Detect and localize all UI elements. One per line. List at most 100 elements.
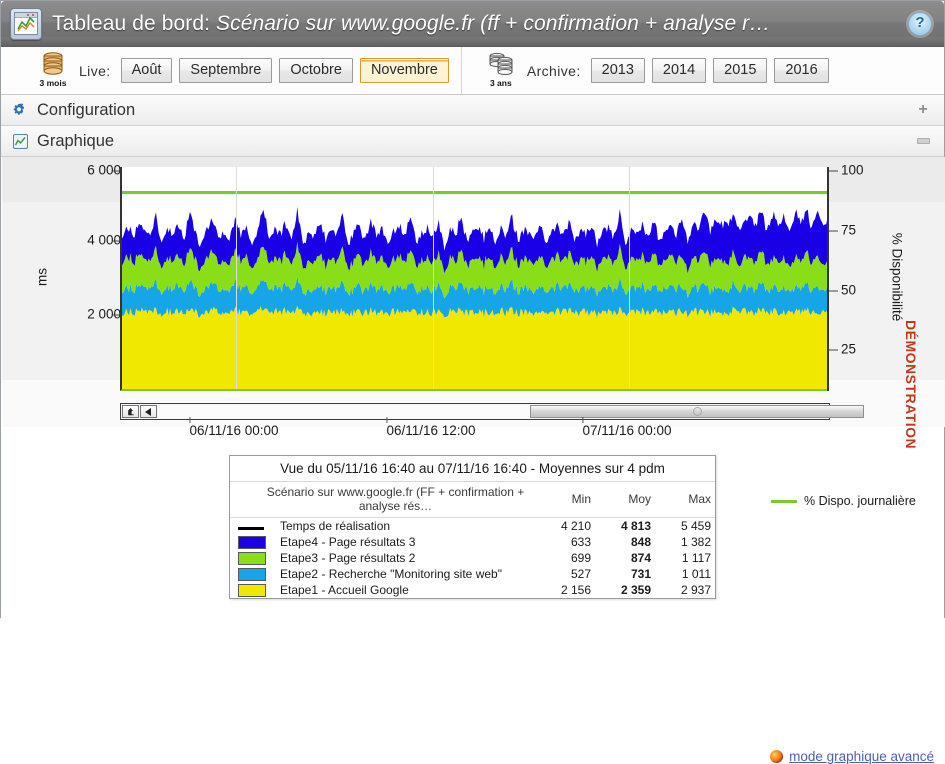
- thumb-grip-icon: [692, 407, 702, 416]
- firefox-icon: [770, 750, 784, 763]
- plot-wrapper: 6 000 4 000 2 000 ms 100 75 50 25 % Disp…: [1, 157, 945, 449]
- section-header-graphique[interactable]: Graphique: [1, 126, 944, 157]
- legend-col-min: Min: [535, 482, 595, 518]
- page-title-prefix: Tableau de bord:: [52, 11, 216, 35]
- collapse-graphique-icon[interactable]: [914, 126, 932, 156]
- advanced-graph-mode-label[interactable]: mode graphique avancé: [789, 749, 934, 764]
- area-series-1: [122, 305, 829, 389]
- legend-value-moy: 4 813: [620, 519, 651, 533]
- y-axis-left-title: ms: [34, 268, 50, 286]
- legend-value-max: 5 459: [680, 519, 711, 533]
- legend-color-swatch: [238, 551, 266, 565]
- database-3-months-caption: 3 mois: [39, 77, 67, 88]
- legend-series-label: Etape4 - Page résultats 3: [280, 535, 416, 549]
- database-3-years-caption: 3 ans: [489, 77, 512, 88]
- legend-value-moy: 848: [630, 535, 651, 549]
- legend-series-label: Temps de réalisation: [280, 519, 391, 533]
- dashboard-chart-icon: [10, 7, 42, 40]
- y-right-tick-75-label: 75: [841, 222, 857, 238]
- legend-value-min: 633: [570, 535, 591, 549]
- x-tick-label: 06/11/16 00:00: [189, 417, 279, 438]
- y-right-tick-25-label: 25: [841, 341, 857, 357]
- legend-series-label: Etape3 - Page résultats 2: [280, 551, 416, 565]
- archive-year-2013[interactable]: 2013: [590, 58, 645, 83]
- live-month-aout[interactable]: Août: [120, 58, 173, 83]
- gridline-vertical: [236, 167, 237, 389]
- x-tick-1-label: 06/11/16 12:00: [386, 423, 476, 438]
- legend-swatch-cell: [230, 550, 276, 566]
- page-title-scenario: Scénario sur www.google.fr (ff + confirm…: [216, 11, 771, 35]
- y-axis-right-title: % Disponibilité: [889, 232, 905, 322]
- legend-value-moy: 731: [630, 567, 651, 581]
- legend-value-max: 1 382: [680, 535, 711, 549]
- legend-row[interactable]: Etape3 - Page résultats 2 699 874 1 117: [230, 550, 715, 566]
- scrollbar-thumb[interactable]: [530, 405, 864, 418]
- legend-value-moy: 874: [630, 551, 651, 565]
- section-label-graphique: Graphique: [37, 131, 115, 150]
- live-label: Live:: [79, 62, 111, 79]
- y-axis-right: 100 75 50 25 % Disponibilité: [827, 157, 945, 397]
- legend-value-min: 699: [570, 551, 591, 565]
- y-right-tick-100-label: 100: [841, 162, 864, 178]
- legend-value-moy: 2 359: [620, 583, 651, 597]
- x-tick-label: 06/11/16 12:00: [386, 417, 476, 438]
- live-month-octobre[interactable]: Octobre: [279, 58, 353, 83]
- y-tick-6000: 6 000: [9, 163, 121, 178]
- section-header-configuration[interactable]: Configuration +: [1, 95, 944, 126]
- legend-value-max: 2 937: [680, 583, 711, 597]
- section-label-configuration: Configuration: [37, 100, 136, 119]
- legend-swatch-cell: [230, 566, 276, 582]
- legend-value-min: 2 156: [560, 583, 591, 597]
- stacked-area-chart[interactable]: [120, 167, 829, 391]
- y-axis-left: 6 000 4 000 2 000 ms: [1, 157, 121, 397]
- archive-label: Archive:: [526, 62, 581, 79]
- archive-year-2016[interactable]: 2016: [774, 58, 829, 83]
- y-right-tick-100: 100: [829, 163, 864, 178]
- y-right-tick-50: 50: [829, 283, 856, 298]
- legend-header-row: Scénario sur www.google.fr (FF + confirm…: [230, 482, 715, 518]
- legend-value-max: 1 117: [681, 551, 711, 565]
- availability-line-swatch: [771, 499, 797, 503]
- legend-col-max: Max: [655, 482, 715, 518]
- legend-col-name: Scénario sur www.google.fr (FF + confirm…: [230, 482, 535, 518]
- window-titlebar: Tableau de bord: Scénario sur www.google…: [1, 1, 944, 47]
- scroll-up-icon[interactable]: [122, 405, 139, 418]
- live-period-group: 3 mois Live: Août Septembre Octobre Nove…: [1, 47, 461, 94]
- legend-row[interactable]: Etape2 - Recherche "Monitoring site web"…: [230, 566, 715, 582]
- chart-horizontal-scrollbar[interactable]: [120, 403, 864, 420]
- legend-color-swatch: [238, 527, 264, 530]
- expand-configuration-icon[interactable]: +: [914, 95, 932, 125]
- archive-year-2014[interactable]: 2014: [651, 58, 707, 83]
- graph-body: 6 000 4 000 2 000 ms 100 75 50 25 % Disp…: [1, 157, 945, 764]
- live-month-novembre[interactable]: Novembre: [359, 58, 449, 83]
- legend-col-moy: Moy: [595, 482, 655, 518]
- advanced-graph-mode-link[interactable]: mode graphique avancé: [770, 749, 934, 764]
- live-month-septembre[interactable]: Septembre: [179, 58, 273, 83]
- gridline-vertical: [433, 167, 434, 389]
- legend-row[interactable]: Temps de réalisation 4 210 4 813 5 459: [230, 518, 715, 535]
- database-3-years-icon: 3 ans: [484, 52, 518, 90]
- legend-color-swatch: [238, 583, 266, 597]
- legend-color-swatch: [238, 535, 266, 549]
- legend-row[interactable]: Etape4 - Page résultats 3 633 848 1 382: [230, 534, 715, 550]
- scrollbar-track[interactable]: [158, 405, 864, 418]
- legend-title: Vue du 05/11/16 16:40 au 07/11/16 16:40 …: [230, 456, 715, 482]
- legend-row[interactable]: Etape1 - Accueil Google 2 156 2 359 2 937: [230, 582, 715, 598]
- legend-table: Scénario sur www.google.fr (FF + confirm…: [230, 482, 715, 598]
- legend-panel: Vue du 05/11/16 16:40 au 07/11/16 16:40 …: [229, 455, 716, 599]
- help-question-icon[interactable]: ?: [908, 12, 932, 36]
- archive-period-group: 3 ans Archive: 2013 2014 2015 2016: [462, 47, 841, 94]
- archive-year-2015[interactable]: 2015: [713, 58, 768, 83]
- y-right-tick-25: 25: [829, 342, 856, 357]
- database-3-months-icon: 3 mois: [36, 51, 70, 90]
- y-right-tick-50-label: 50: [841, 282, 857, 298]
- legend-series-label: Etape1 - Accueil Google: [280, 583, 409, 597]
- legend-value-max: 1 011: [681, 567, 711, 581]
- y-tick-4000: 4 000: [9, 233, 121, 248]
- gridline-vertical: [629, 167, 630, 389]
- chart-panel-icon: [10, 131, 30, 151]
- scroll-left-icon[interactable]: [140, 405, 157, 418]
- chart-svg: [122, 190, 829, 389]
- x-tick-label: 07/11/16 00:00: [582, 417, 672, 438]
- legend-swatch-cell: [230, 534, 276, 550]
